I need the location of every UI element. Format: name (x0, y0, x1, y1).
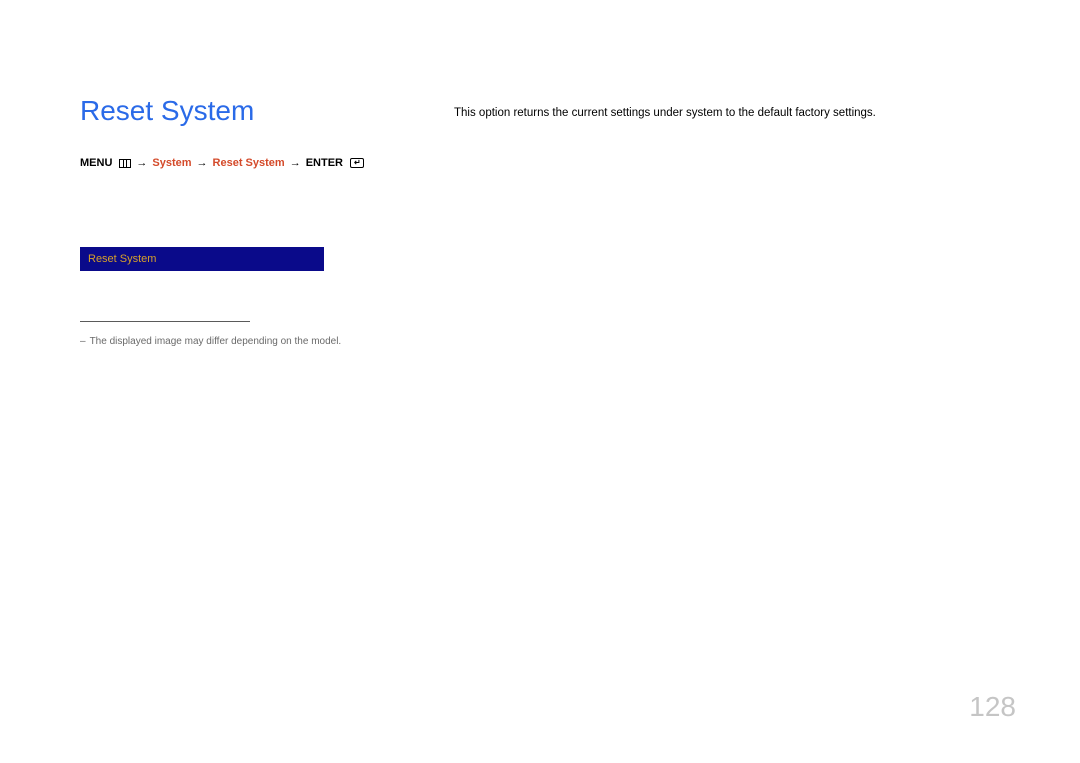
description-text: This option returns the current settings… (454, 105, 1014, 121)
note-body: The displayed image may differ depending… (90, 336, 342, 347)
left-column: Reset System MENU → System → Reset Syste… (80, 95, 440, 347)
breadcrumb-enter-label: ENTER (306, 157, 343, 169)
note-dash: – (80, 336, 86, 347)
breadcrumb-system: System (152, 157, 191, 169)
manual-page: Reset System MENU → System → Reset Syste… (0, 0, 1080, 763)
note-text: –The displayed image may differ dependin… (80, 336, 440, 347)
enter-icon (348, 158, 364, 168)
menu-preview-selected: Reset System (88, 253, 156, 265)
right-column: This option returns the current settings… (454, 105, 1014, 121)
breadcrumb-arrow: → (136, 157, 147, 169)
page-title: Reset System (80, 95, 440, 127)
breadcrumb-arrow: → (290, 157, 301, 169)
menu-icon (117, 159, 131, 168)
breadcrumb: MENU → System → Reset System → ENTER (80, 157, 440, 169)
divider-line (80, 321, 250, 322)
breadcrumb-arrow: → (197, 157, 208, 169)
breadcrumb-reset-system: Reset System (213, 157, 285, 169)
breadcrumb-menu-label: MENU (80, 157, 112, 169)
menu-preview-box: Reset System (80, 247, 324, 271)
page-number: 128 (969, 691, 1016, 723)
